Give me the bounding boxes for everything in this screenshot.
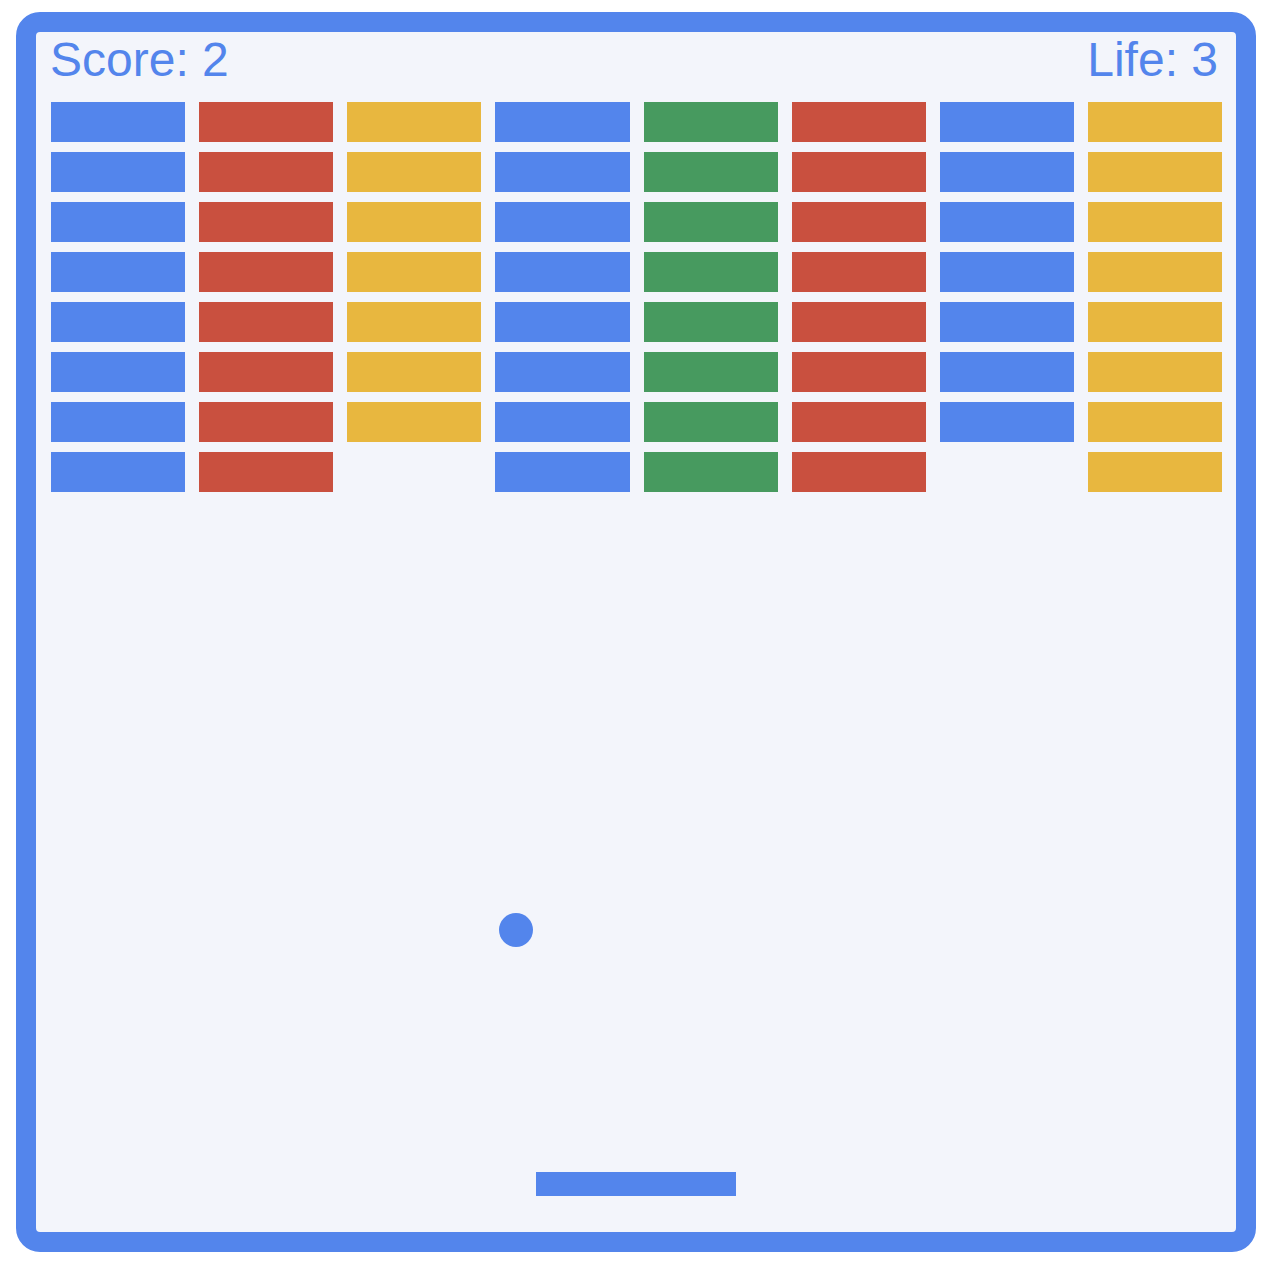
life-label: Life: 3 [1087,34,1218,87]
brick [1088,452,1222,492]
brick-column [1088,102,1222,492]
brick [199,352,333,392]
brick [792,152,926,192]
brick [199,402,333,442]
score-label: Score: 2 [50,34,229,87]
brick [495,452,629,492]
brick-column [199,102,333,492]
brick [51,202,185,242]
brick [644,102,778,142]
brick [940,352,1074,392]
brick [347,352,481,392]
brick [792,352,926,392]
brick [495,302,629,342]
brick [347,302,481,342]
ball [499,913,533,947]
brick-column [792,102,926,492]
brick [199,202,333,242]
brick [792,102,926,142]
paddle[interactable] [536,1172,736,1196]
brick [495,252,629,292]
brick [347,152,481,192]
brick [644,352,778,392]
brick [1088,302,1222,342]
brick [347,252,481,292]
brick [792,452,926,492]
brick [51,452,185,492]
brick [51,252,185,292]
brick [940,302,1074,342]
brick [199,252,333,292]
brick [199,452,333,492]
brick [51,402,185,442]
brick [644,252,778,292]
brick-wall [36,102,1236,492]
brick [51,102,185,142]
brick [1088,152,1222,192]
game-page: Score: 2 Life: 3 [0,0,1272,1280]
brick [347,402,481,442]
brick [1088,202,1222,242]
brick [940,202,1074,242]
brick [495,102,629,142]
hud: Score: 2 Life: 3 [36,32,1236,88]
brick [1088,352,1222,392]
brick [644,202,778,242]
brick [495,402,629,442]
brick [347,102,481,142]
brick-column [51,102,185,492]
brick [495,352,629,392]
brick [51,352,185,392]
brick [51,302,185,342]
brick [347,202,481,242]
brick [940,102,1074,142]
brick [1088,402,1222,442]
brick-column [644,102,778,492]
brick [792,302,926,342]
brick-column [495,102,629,492]
brick [495,202,629,242]
brick [1088,252,1222,292]
brick [199,302,333,342]
brick [940,402,1074,442]
brick [792,402,926,442]
brick-column [940,102,1074,492]
brick [199,152,333,192]
brick [51,152,185,192]
brick [495,152,629,192]
brick [644,452,778,492]
brick [940,252,1074,292]
game-board[interactable]: Score: 2 Life: 3 [16,12,1256,1252]
brick [644,402,778,442]
brick [644,302,778,342]
brick [792,252,926,292]
brick [792,202,926,242]
brick [1088,102,1222,142]
brick [940,152,1074,192]
brick-column [347,102,481,492]
brick [199,102,333,142]
brick [644,152,778,192]
